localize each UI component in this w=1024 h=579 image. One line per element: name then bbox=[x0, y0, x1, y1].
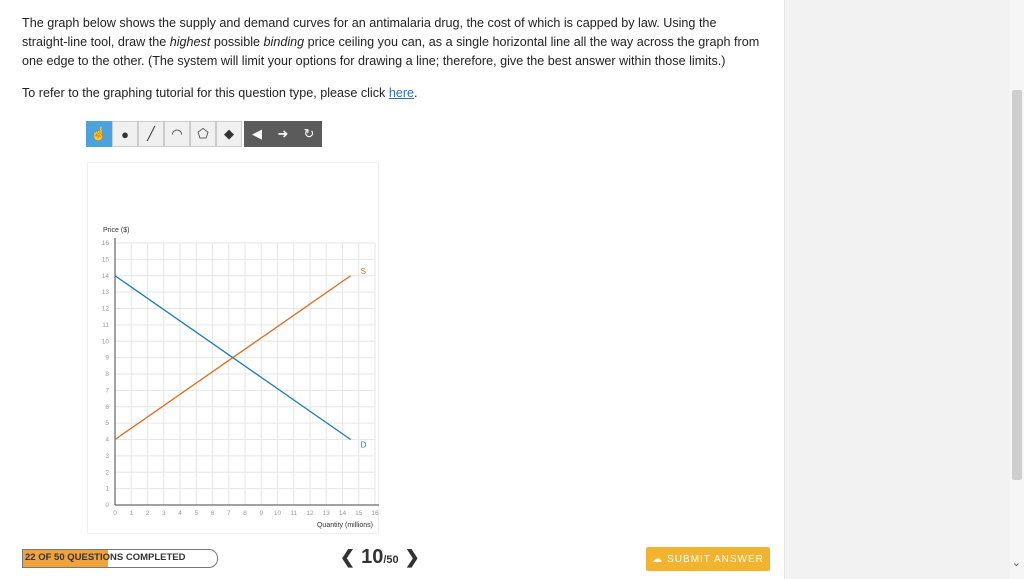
y-tick-label: 15 bbox=[102, 256, 110, 263]
x-tick-label: 4 bbox=[178, 510, 182, 517]
x-tick-label: 5 bbox=[194, 510, 198, 517]
y-tick-label: 12 bbox=[102, 306, 110, 313]
x-tick-label: 6 bbox=[211, 510, 215, 517]
y-tick-label: 13 bbox=[102, 289, 110, 296]
x-tick-label: 12 bbox=[306, 510, 314, 517]
x-tick-label: 7 bbox=[227, 510, 231, 517]
y-axis-label: Price ($) bbox=[103, 227, 129, 234]
emphasis-highest: highest bbox=[169, 35, 211, 49]
current-question-number: 10 bbox=[361, 546, 384, 568]
y-tick-label: 3 bbox=[105, 453, 109, 460]
supply-demand-graph[interactable]: 0 1 2 3 4 5 6 7 8 9 10 11 12 13 14 15 160123456789101112… bbox=[87, 220, 387, 535]
y-tick-label: 16 bbox=[102, 240, 110, 247]
x-tick-label: 3 bbox=[162, 510, 166, 517]
x-tick-label: 0 bbox=[113, 510, 117, 517]
x-tick-label: 9 bbox=[259, 510, 263, 517]
tutorial-reference: To refer to the graphing tutorial for th… bbox=[22, 86, 418, 100]
prev-question-button[interactable]: ❮ bbox=[334, 547, 361, 568]
footer-bar: 22 OF 50 QUESTIONS COMPLETED ❮ 10 /50 ❯ … bbox=[0, 540, 784, 579]
x-tick-label: 11 bbox=[290, 510, 297, 517]
hand-pointer-icon[interactable]: ☝ bbox=[86, 121, 112, 147]
x-axis-label: Quantity (millions) bbox=[317, 522, 373, 529]
cloud-upload-icon: ☁ bbox=[652, 553, 664, 565]
scrollbar-thumb[interactable] bbox=[1012, 90, 1022, 480]
polygon-icon[interactable]: ⬠ bbox=[190, 121, 216, 147]
x-tick-label: 13 bbox=[323, 510, 331, 517]
series-label-D: D bbox=[361, 441, 367, 450]
y-tick-label: 14 bbox=[102, 273, 110, 280]
label-tag-icon[interactable]: ◆ bbox=[216, 121, 242, 147]
tutorial-reference-text: To refer to the graphing tutorial for th… bbox=[22, 86, 389, 100]
y-tick-label: 10 bbox=[102, 338, 110, 345]
y-tick-label: 0 bbox=[105, 502, 109, 509]
x-tick-label: 10 bbox=[274, 510, 282, 517]
y-tick-label: 11 bbox=[102, 322, 109, 329]
x-tick-label: 16 bbox=[371, 510, 379, 517]
progress-bar: 22 OF 50 QUESTIONS COMPLETED bbox=[22, 549, 218, 568]
question-text-part: possible bbox=[210, 35, 264, 49]
question-pager: ❮ 10 /50 ❯ bbox=[334, 546, 426, 569]
redo-icon[interactable]: ➜ bbox=[270, 121, 296, 147]
submit-answer-button[interactable]: ☁ SUBMIT ANSWER bbox=[646, 547, 770, 571]
x-tick-label: 14 bbox=[339, 510, 347, 517]
progress-label: 22 OF 50 QUESTIONS COMPLETED bbox=[25, 552, 186, 563]
y-tick-label: 4 bbox=[105, 437, 109, 444]
total-questions: /50 bbox=[383, 554, 399, 566]
x-tick-label: 1 bbox=[129, 510, 133, 517]
undo-icon[interactable]: ◀ bbox=[244, 121, 270, 147]
right-gutter bbox=[784, 0, 1024, 579]
y-tick-label: 9 bbox=[105, 355, 109, 362]
scroll-down-arrow-icon[interactable]: ⌄ bbox=[1012, 556, 1021, 569]
y-tick-label: 7 bbox=[105, 387, 109, 394]
next-question-button[interactable]: ❯ bbox=[399, 547, 426, 568]
y-tick-label: 8 bbox=[105, 371, 109, 378]
tutorial-link[interactable]: here bbox=[389, 86, 414, 100]
tutorial-reference-end: . bbox=[414, 86, 418, 100]
line-icon[interactable]: ╱ bbox=[138, 121, 164, 147]
curve-icon[interactable]: ◠ bbox=[164, 121, 190, 147]
scrollbar[interactable]: ⌄ bbox=[1010, 0, 1024, 579]
point-icon[interactable]: ● bbox=[112, 121, 138, 147]
y-tick-label: 2 bbox=[105, 469, 109, 476]
question-panel: The graph below shows the supply and dem… bbox=[0, 0, 784, 579]
question-text: The graph below shows the supply and dem… bbox=[22, 14, 762, 71]
graphing-toolbar: ☝ ● ╱ ◠ ⬠ ◆ ◀ ➜ ↻ bbox=[86, 121, 322, 147]
x-tick-label: 2 bbox=[146, 510, 150, 517]
y-tick-label: 5 bbox=[105, 420, 109, 427]
submit-answer-label: SUBMIT ANSWER bbox=[667, 553, 764, 565]
y-tick-label: 6 bbox=[105, 404, 109, 411]
y-tick-label: 1 bbox=[105, 486, 109, 493]
reset-icon[interactable]: ↻ bbox=[296, 121, 322, 147]
series-label-S: S bbox=[361, 267, 366, 276]
x-tick-label: 8 bbox=[243, 510, 247, 517]
x-tick-label: 15 bbox=[355, 510, 363, 517]
emphasis-binding: binding bbox=[263, 35, 305, 49]
